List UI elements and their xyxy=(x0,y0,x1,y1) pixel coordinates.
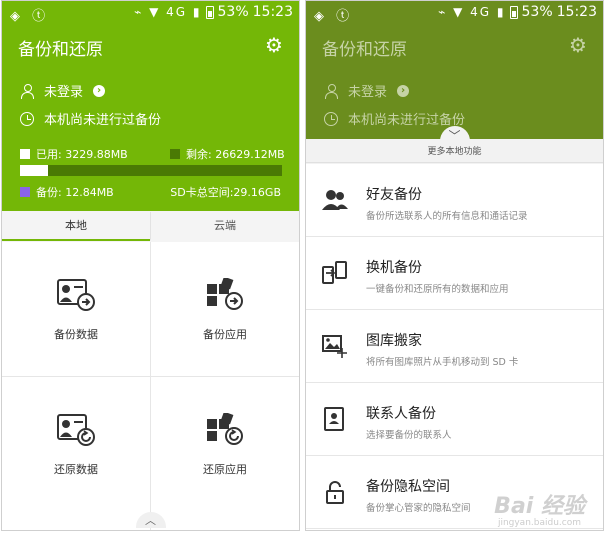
watermark-logo: Bai 经验 xyxy=(494,494,585,519)
login-label: 未登录 xyxy=(44,85,84,100)
battery-percent: 53% xyxy=(217,4,249,20)
notification-icons: ◈ ⓣ xyxy=(314,9,354,24)
backup-status-row: 本机尚未进行过备份 xyxy=(20,109,161,128)
gear-icon[interactable]: ⚙ xyxy=(265,35,285,55)
backup-data-label: 备份数据 xyxy=(54,328,98,341)
status-bar: ◈ ⓣ ⌁ ▼ 4G ▮ 53% 15:23 xyxy=(306,1,603,25)
backup-data-button[interactable]: 备份数据 xyxy=(2,242,150,376)
chevron-up-icon[interactable]: ︿ xyxy=(135,512,166,528)
backup-label: 备份: 12.84MB xyxy=(36,186,114,199)
login-row[interactable]: 未登录 › xyxy=(20,81,106,100)
battery-icon xyxy=(509,5,518,19)
contact-card-arrow-icon xyxy=(57,279,95,311)
backup-apps-button[interactable]: 备份应用 xyxy=(151,242,299,376)
lock-icon xyxy=(326,481,344,504)
watermark-url: jingyan.baidu.com xyxy=(497,518,581,528)
backup-legend-swatch xyxy=(20,187,30,197)
used-legend-swatch xyxy=(20,149,30,159)
item-desc: 一键备份和还原所有的数据和应用 xyxy=(366,284,509,295)
backup-status-text: 本机尚未进行过备份 xyxy=(44,113,162,128)
free-label: 剩余: 26629.12MB xyxy=(186,148,285,161)
item-desc: 备份掌心管家的隐私空间 xyxy=(366,503,471,514)
clock-icon xyxy=(324,111,338,126)
action-grid: 备份数据 备份应用 还原数据 还原应用 ︿ xyxy=(2,242,299,530)
backup-status-row: 本机尚未进行过备份 xyxy=(324,109,465,128)
restore-data-button[interactable]: 还原数据 xyxy=(2,377,150,511)
item-title: 备份隐私空间 xyxy=(366,479,450,495)
battery-percent: 53% xyxy=(521,4,553,20)
people-icon xyxy=(322,190,348,210)
storage-bar xyxy=(20,165,282,176)
clock-icon xyxy=(20,111,34,126)
storage-bar-used xyxy=(20,165,49,176)
phone-transfer-icon xyxy=(322,261,347,284)
contact-card-restore-icon xyxy=(57,414,95,446)
page-title: 备份和还原 xyxy=(322,40,407,60)
header-panel: ◈ ⓣ ⌁ ▼ 4G ▮ 53% 15:23 备份和还原 ⚙ 未登录 › 本机尚… xyxy=(2,1,299,211)
notification-icons: ◈ ⓣ xyxy=(10,9,50,24)
signal-icons: ⌁ ▼ 4G ▮ xyxy=(134,5,202,19)
item-title: 联系人备份 xyxy=(366,406,436,422)
restore-data-label: 还原数据 xyxy=(54,463,98,476)
item-title: 换机备份 xyxy=(366,260,422,276)
gear-icon: ⚙ xyxy=(569,33,587,57)
more-functions-screen: ◈ ⓣ ⌁ ▼ 4G ▮ 53% 15:23 备份和还原 ⚙ 未登录 › 本机尚… xyxy=(305,0,604,531)
list-item-contact-backup[interactable]: 联系人备份 选择要备份的联系人 xyxy=(306,383,603,456)
item-desc: 备份所选联系人的所有信息和通话记录 xyxy=(366,211,528,222)
backup-stat: 备份: 12.84MB xyxy=(20,184,114,200)
apps-arrow-icon xyxy=(207,278,243,310)
tab-bar: 本地 云端 xyxy=(2,212,299,241)
list-item-phone-transfer[interactable]: 换机备份 一键备份和还原所有的数据和应用 xyxy=(306,237,603,310)
clock: 15:23 xyxy=(252,4,293,20)
dimmed-header-panel: ◈ ⓣ ⌁ ▼ 4G ▮ 53% 15:23 备份和还原 ⚙ 未登录 › 本机尚… xyxy=(306,1,603,139)
user-icon xyxy=(20,83,34,99)
restore-apps-button[interactable]: 还原应用 xyxy=(151,377,299,511)
restore-apps-label: 还原应用 xyxy=(203,463,247,476)
tab-cloud[interactable]: 云端 xyxy=(150,212,299,241)
tab-local[interactable]: 本地 xyxy=(2,212,150,241)
gallery-move-icon xyxy=(322,335,347,358)
free-stat: 剩余: 26629.12MB xyxy=(170,146,285,162)
item-desc: 将所有图库照片从手机移动到 SD 卡 xyxy=(366,357,519,368)
page-title: 备份和还原 xyxy=(18,40,103,60)
sd-total-label: SD卡总空间:29.16GB xyxy=(170,186,281,199)
user-icon xyxy=(324,83,338,99)
more-functions-list: 好友备份 备份所选联系人的所有信息和通话记录 换机备份 一键备份和还原所有的数据… xyxy=(306,164,603,530)
sd-total-stat: SD卡总空间:29.16GB xyxy=(170,184,281,200)
used-label: 已用: 3229.88MB xyxy=(36,148,128,161)
item-title: 图库搬家 xyxy=(366,333,422,349)
signal-icons: ⌁ ▼ 4G ▮ xyxy=(438,5,506,19)
item-desc: 选择要备份的联系人 xyxy=(366,430,452,441)
backup-status-text: 本机尚未进行过备份 xyxy=(348,113,466,128)
sheet-header: 更多本地功能 xyxy=(306,141,603,163)
chevron-right-icon: › xyxy=(397,84,410,97)
free-legend-swatch xyxy=(170,149,180,159)
chevron-right-icon: › xyxy=(93,84,106,97)
battery-icon xyxy=(205,5,214,19)
status-bar: ◈ ⓣ ⌁ ▼ 4G ▮ 53% 15:23 xyxy=(2,1,299,25)
backup-apps-label: 备份应用 xyxy=(203,328,247,341)
apps-restore-icon xyxy=(207,413,243,445)
list-item-friend-backup[interactable]: 好友备份 备份所选联系人的所有信息和通话记录 xyxy=(306,164,603,237)
login-row: 未登录 › xyxy=(324,81,410,100)
used-stat: 已用: 3229.88MB xyxy=(20,146,128,162)
item-title: 好友备份 xyxy=(366,187,422,203)
clock: 15:23 xyxy=(556,4,597,20)
list-item-gallery-move[interactable]: 图库搬家 将所有图库照片从手机移动到 SD 卡 xyxy=(306,310,603,383)
contact-book-icon xyxy=(324,407,344,431)
main-screen: ◈ ⓣ ⌁ ▼ 4G ▮ 53% 15:23 备份和还原 ⚙ 未登录 › 本机尚… xyxy=(1,0,300,531)
login-label: 未登录 xyxy=(348,85,388,100)
